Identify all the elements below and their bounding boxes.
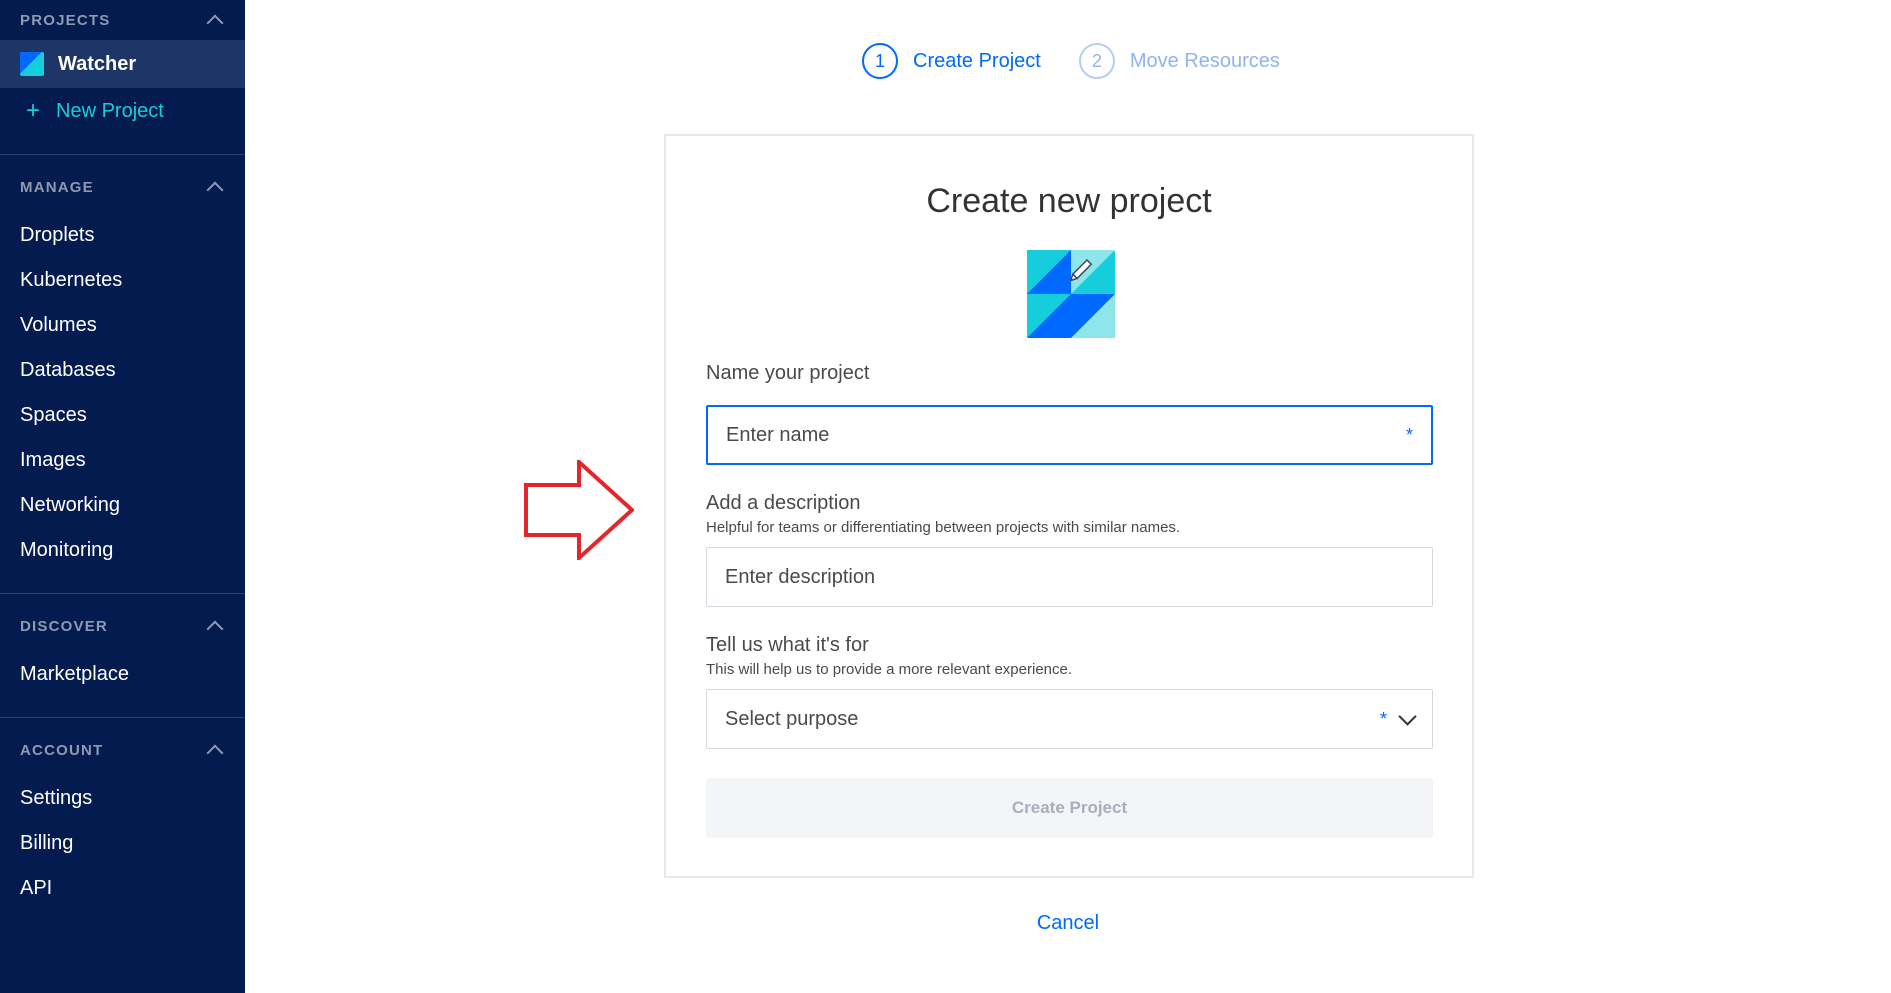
sidebar-item-monitoring[interactable]: Monitoring [0, 528, 245, 573]
sidebar-item-spaces[interactable]: Spaces [0, 393, 245, 438]
account-header-label: ACCOUNT [20, 741, 104, 759]
active-project-label: Watcher [58, 52, 137, 75]
sidebar-item-watcher[interactable]: Watcher [0, 40, 245, 88]
description-input[interactable] [725, 565, 1414, 589]
purpose-help: This will help us to provide a more rele… [706, 661, 1073, 678]
purpose-select-value: Select purpose [725, 707, 859, 730]
step-label: Move Resources [1129, 49, 1280, 72]
red-arrow-icon [524, 460, 634, 560]
purpose-label: Tell us what it's for [706, 634, 869, 656]
required-mark: * [1405, 424, 1413, 445]
new-project-link[interactable]: + New Project [0, 88, 245, 134]
cancel-link[interactable]: Cancel [245, 912, 1891, 935]
project-name-field[interactable]: * [706, 405, 1433, 465]
sidebar-item-droplets[interactable]: Droplets [0, 213, 245, 258]
step-number: 2 [1078, 43, 1115, 79]
required-mark: * [1379, 708, 1387, 729]
sidebar-item-databases[interactable]: Databases [0, 348, 245, 393]
description-label: Add a description [706, 492, 861, 514]
stepper: 1 Create Project 2 Move Resources [862, 43, 1318, 79]
page-title: Create new project [926, 182, 1212, 220]
create-project-button[interactable]: Create Project [706, 778, 1433, 838]
sidebar-item-billing[interactable]: Billing [0, 821, 245, 866]
projects-header-label: PROJECTS [20, 11, 111, 29]
projects-section-header[interactable]: PROJECTS [0, 0, 245, 40]
new-project-label: New Project [56, 99, 164, 122]
sidebar-item-settings[interactable]: Settings [0, 776, 245, 821]
sidebar-item-marketplace[interactable]: Marketplace [0, 652, 245, 697]
discover-header-label: DISCOVER [20, 617, 108, 635]
step-number: 1 [862, 43, 898, 79]
main-content: 1 Create Project 2 Move Resources Create… [245, 0, 1891, 993]
chevron-up-icon[interactable] [206, 620, 224, 638]
sidebar-item-volumes[interactable]: Volumes [0, 303, 245, 348]
discover-section-header[interactable]: DISCOVER [0, 606, 245, 646]
project-image-icon[interactable] [1027, 250, 1115, 338]
chevron-up-icon[interactable] [206, 744, 224, 762]
chevron-down-icon[interactable] [1398, 706, 1417, 726]
manage-header-label: MANAGE [20, 178, 94, 196]
plus-icon: + [26, 97, 41, 124]
description-help: Helpful for teams or differentiating bet… [706, 519, 1181, 536]
sidebar-item-kubernetes[interactable]: Kubernetes [0, 258, 245, 303]
manage-section-header[interactable]: MANAGE [0, 167, 245, 207]
project-logo-icon [20, 52, 44, 76]
account-section-header[interactable]: ACCOUNT [0, 730, 245, 770]
sidebar-item-networking[interactable]: Networking [0, 483, 245, 528]
name-label: Name your project [706, 362, 870, 384]
sidebar-item-images[interactable]: Images [0, 438, 245, 483]
sidebar: PROJECTS Watcher + New Project MANAGE Dr… [0, 0, 245, 993]
purpose-select[interactable]: Select purpose * [706, 689, 1433, 749]
step-label: Create Project [913, 49, 1041, 72]
create-project-card: Create new project Name your project * A… [664, 134, 1474, 878]
sidebar-item-api[interactable]: API [0, 866, 245, 911]
step-create-project: 1 Create Project [862, 43, 1041, 79]
chevron-up-icon[interactable] [206, 14, 224, 32]
cancel-label[interactable]: Cancel [1037, 912, 1099, 934]
project-name-input[interactable] [726, 423, 1398, 447]
description-field[interactable] [706, 547, 1433, 607]
step-move-resources: 2 Move Resources [1078, 43, 1280, 79]
chevron-up-icon[interactable] [206, 181, 224, 199]
